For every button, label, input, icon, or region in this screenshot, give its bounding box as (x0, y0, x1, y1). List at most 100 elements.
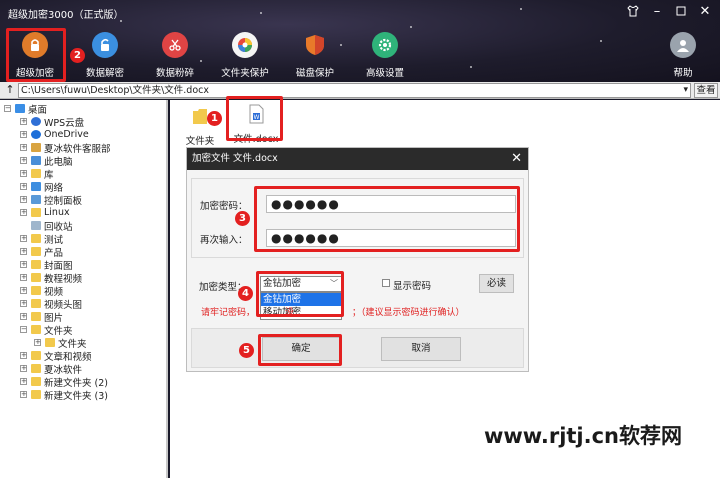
tree-item[interactable]: + 视频头图 (20, 297, 82, 311)
tree-item[interactable]: + 产品 (20, 245, 64, 259)
tree-label: WPS云盘 (44, 117, 85, 129)
up-button[interactable]: ↑ (3, 83, 17, 97)
warning-part: 没 (285, 308, 295, 318)
path-input[interactable]: C:\Users\fuwu\Desktop\文件夹\文件.docx ▾ (18, 83, 691, 98)
expand-toggle[interactable]: + (20, 287, 27, 294)
toolbar-label: 高级设置 (365, 68, 404, 79)
expand-toggle[interactable]: + (34, 339, 41, 346)
expand-toggle[interactable]: + (20, 118, 27, 125)
tree-item[interactable]: + 封面图 (20, 258, 73, 272)
tree-item[interactable]: + 此电脑 (20, 154, 73, 168)
tree-item[interactable]: + 文章和视频 (20, 349, 92, 363)
collapse-toggle[interactable]: − (4, 105, 11, 112)
must-read-button[interactable]: 必读 (479, 274, 514, 293)
toolbar-button-shred[interactable]: 数据粉碎 (144, 30, 206, 82)
tree-item[interactable]: 回收站 (31, 219, 73, 233)
warning-text: 请牢记密码， 没 ；（建议显示密码进行确认） (201, 305, 465, 318)
recycle-bin-icon (31, 221, 41, 230)
tree-item[interactable]: + 新建文件夹 (2) (20, 375, 108, 389)
control-panel-icon (31, 195, 41, 204)
cloud-icon (31, 117, 41, 126)
expand-toggle[interactable]: + (20, 313, 27, 320)
expand-toggle[interactable]: + (20, 144, 27, 151)
toolbar-button-disk-protect[interactable]: 磁盘保护 (284, 30, 346, 82)
tree-label: 封面图 (44, 260, 73, 272)
expand-toggle[interactable]: + (20, 365, 27, 372)
toolbar-label: 磁盘保护 (295, 68, 334, 79)
star-decoration (600, 40, 602, 42)
expand-toggle[interactable]: + (20, 131, 27, 138)
tree-label: Linux (44, 207, 70, 218)
minimize-icon[interactable]: – (646, 2, 668, 20)
tree-label: 新建文件夹 (2) (44, 377, 108, 389)
warning-part: 请牢记密码， (201, 308, 256, 318)
confirm-label: 再次输入： (200, 235, 248, 246)
expand-toggle[interactable]: + (20, 235, 27, 242)
close-icon[interactable]: ✕ (694, 2, 716, 20)
tree-label: 教程视频 (44, 273, 83, 285)
expand-toggle[interactable]: + (20, 274, 27, 281)
tree-item[interactable]: + 夏冰软件客服部 (20, 141, 111, 155)
encrypt-type-select[interactable]: 金钻加密 ﹀ (260, 276, 342, 292)
tree-item[interactable]: + 图片 (20, 310, 63, 324)
expand-toggle[interactable]: + (20, 170, 27, 177)
tree-label: 文件夹 (44, 325, 73, 337)
desktop-icon (15, 104, 25, 113)
toolbar-button-encrypt[interactable]: 超级加密 (4, 30, 66, 82)
expand-toggle[interactable]: + (20, 209, 27, 216)
tree-item[interactable]: + OneDrive (20, 128, 89, 141)
toolbar-button-folder-protect[interactable]: 文件夹保护 (214, 30, 276, 82)
folder-icon (31, 247, 41, 256)
folder-icon (31, 234, 41, 243)
collapse-toggle[interactable]: − (20, 326, 27, 333)
expand-toggle[interactable]: + (20, 261, 27, 268)
library-icon (31, 169, 41, 178)
expand-toggle[interactable]: + (20, 248, 27, 255)
expand-toggle[interactable]: + (20, 378, 27, 385)
expand-toggle[interactable]: + (20, 352, 27, 359)
shield-icon (302, 32, 328, 58)
warning-part: ；（建议显示密码进行确认） (352, 308, 465, 318)
toolbar-label: 帮助 (673, 68, 693, 79)
file-item-docx[interactable]: W 文件.docx (232, 104, 280, 145)
tree-label: 产品 (44, 247, 64, 259)
password-input[interactable]: ●●●●●● (266, 195, 516, 213)
tree-label: OneDrive (44, 129, 89, 140)
star-decoration (520, 8, 522, 10)
toolbar-label: 文件夹保护 (221, 68, 269, 79)
cancel-button[interactable]: 取消 (381, 337, 461, 361)
maximize-icon[interactable] (670, 2, 692, 20)
tree-item[interactable]: + Linux (20, 206, 70, 219)
tree-item[interactable]: − 文件夹 (20, 323, 73, 337)
expand-toggle[interactable]: + (20, 300, 27, 307)
tree-item[interactable]: + 教程视频 (20, 271, 83, 285)
toolbar-button-help[interactable]: 帮助 (652, 30, 714, 82)
tree-item[interactable]: + 测试 (20, 232, 64, 246)
tree-item[interactable]: + 网络 (20, 180, 63, 194)
tree-item[interactable]: + 控制面板 (20, 193, 82, 207)
expand-toggle[interactable]: + (20, 157, 27, 164)
close-icon[interactable]: ✕ (511, 148, 522, 170)
tree-item[interactable]: + 文件夹 (34, 336, 87, 350)
ok-button[interactable]: 确定 (262, 337, 340, 361)
chevron-down-icon: ﹀ (330, 279, 338, 288)
confirm-password-input[interactable]: ●●●●●● (266, 229, 516, 247)
tree-item[interactable]: + 视频 (20, 284, 63, 298)
toolbar-button-advanced-settings[interactable]: 高级设置 (354, 30, 416, 82)
tree-item[interactable]: + WPS云盘 (20, 115, 85, 129)
expand-toggle[interactable]: + (20, 196, 27, 203)
tree-item[interactable]: + 夏冰软件 (20, 362, 82, 376)
show-password-checkbox[interactable] (382, 279, 390, 287)
tree-item-desktop[interactable]: − 桌面 (4, 102, 47, 116)
expand-toggle[interactable]: + (20, 183, 27, 190)
expand-toggle[interactable]: + (20, 391, 27, 398)
view-button[interactable]: 查看 (694, 83, 718, 98)
user-icon (670, 32, 696, 58)
shirt-icon[interactable] (622, 2, 644, 20)
tree-item[interactable]: + 新建文件夹 (3) (20, 388, 108, 402)
tree-item[interactable]: + 库 (20, 167, 54, 181)
star-decoration (260, 12, 262, 14)
tree-label: 测试 (44, 234, 64, 246)
folder-icon (31, 208, 41, 217)
chevron-down-icon[interactable]: ▾ (683, 84, 688, 97)
